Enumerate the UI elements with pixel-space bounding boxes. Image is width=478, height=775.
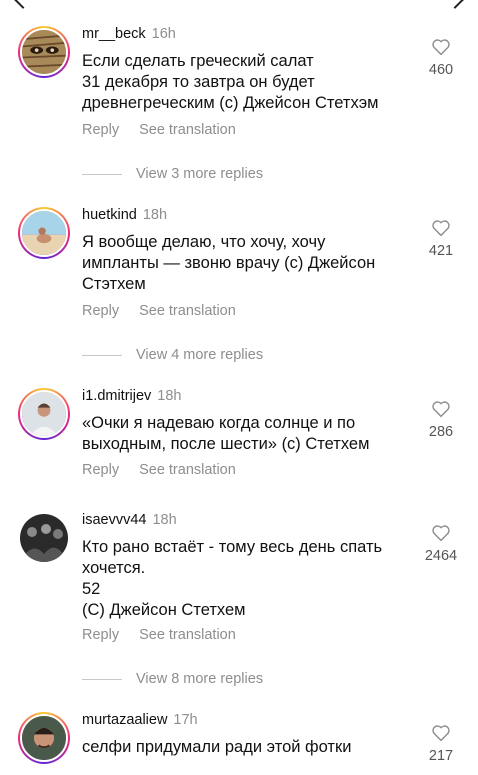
heart-icon[interactable] (431, 524, 451, 542)
view-more-replies-label: View 8 more replies (136, 671, 264, 687)
user-avatar[interactable] (18, 512, 70, 564)
reply-button[interactable]: Reply (82, 122, 119, 138)
heart-icon[interactable] (431, 38, 451, 56)
comment-username[interactable]: murtazaaliew (82, 712, 167, 728)
chevron-down-icon[interactable] (445, 0, 465, 9)
comment-username[interactable]: i1.dmitrijev (82, 388, 151, 404)
comment-username[interactable]: huetkind (82, 207, 137, 223)
view-more-replies-button[interactable]: View 8 more replies (82, 671, 263, 691)
back-chevron-icon[interactable] (13, 0, 33, 9)
reply-button[interactable]: Reply (82, 462, 119, 478)
comment-text: Если сделать греческий салат 31 декабря … (82, 52, 379, 112)
mask-avatar-image (22, 30, 66, 74)
heart-icon[interactable] (431, 724, 451, 742)
like-count: 421 (428, 243, 454, 259)
divider-line (82, 354, 122, 356)
comment-username[interactable]: isaevvv44 (82, 512, 146, 528)
see-translation-button[interactable]: See translation (139, 462, 236, 478)
comment-time: 18h (142, 207, 168, 223)
user-avatar[interactable] (18, 712, 70, 764)
reply-button[interactable]: Reply (82, 303, 119, 319)
man-avatar-image (22, 392, 66, 436)
comment-text: «Очки я надеваю когда солнце и по выходн… (82, 414, 370, 453)
view-more-replies-button[interactable]: View 3 more replies (82, 166, 263, 186)
user-avatar[interactable] (18, 26, 70, 78)
see-translation-button[interactable]: See translation (139, 122, 236, 138)
like-count: 460 (428, 62, 454, 78)
like-count: 2464 (424, 548, 458, 564)
see-translation-button[interactable]: See translation (139, 627, 236, 643)
divider-line (82, 173, 122, 175)
beach-avatar-image (22, 211, 66, 255)
comment-time: 16h (151, 26, 176, 42)
view-more-replies-label: View 3 more replies (136, 166, 264, 182)
comment-text: Я вообще делаю, что хочу, хочу импланты … (82, 233, 376, 293)
comment-username[interactable]: mr__beck (82, 26, 146, 42)
comment-text: Кто рано встаёт - тому весь день спать х… (82, 538, 383, 619)
reply-button[interactable]: Reply (82, 627, 119, 643)
user-avatar[interactable] (18, 388, 70, 440)
like-count: 286 (428, 424, 454, 440)
group-avatar-image (20, 514, 68, 562)
divider-line (82, 678, 122, 680)
comment-text: селфи придумали ради этой фотки (82, 738, 352, 756)
comment-time: 17h (173, 712, 198, 728)
comment-time: 18h (157, 388, 182, 404)
top-bar (0, 0, 478, 10)
comment-time: 18h (152, 512, 177, 528)
heart-icon[interactable] (431, 400, 451, 418)
user-avatar[interactable] (18, 207, 70, 259)
like-count: 217 (428, 748, 454, 764)
selfie-avatar-image (22, 716, 66, 760)
heart-icon[interactable] (431, 219, 451, 237)
see-translation-button[interactable]: See translation (139, 303, 236, 319)
view-more-replies-button[interactable]: View 4 more replies (82, 347, 263, 367)
view-more-replies-label: View 4 more replies (136, 347, 264, 363)
